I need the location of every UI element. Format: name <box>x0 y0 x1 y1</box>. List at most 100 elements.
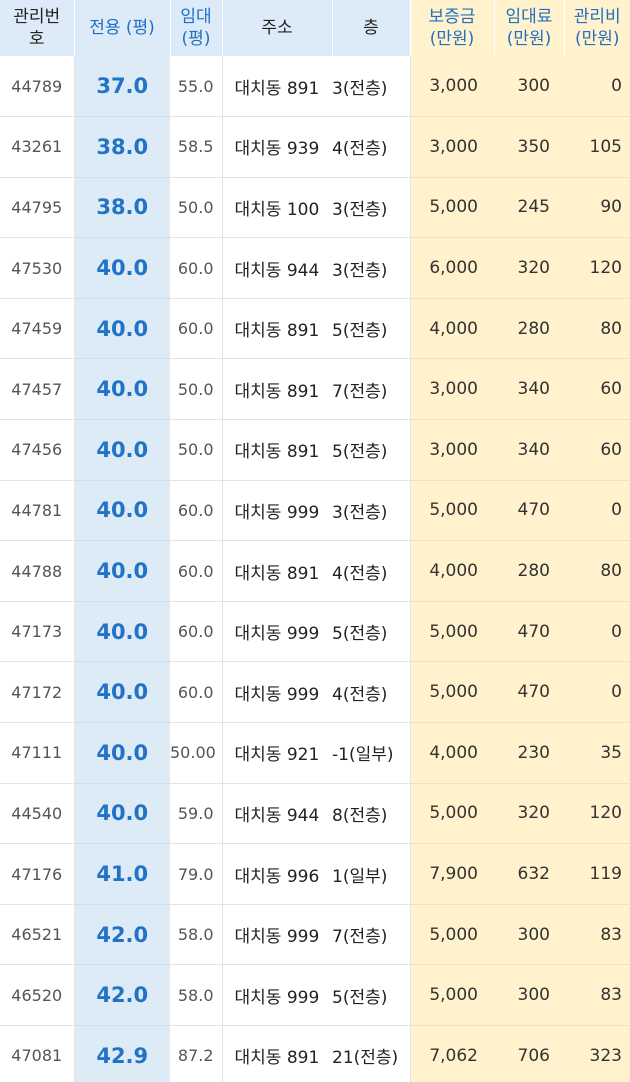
cell-monthly-rent[interactable]: 470 <box>494 601 564 663</box>
cell-area[interactable]: 38.0 <box>74 177 170 239</box>
cell-monthly-rent[interactable]: 706 <box>494 1025 564 1082</box>
cell-management-fee[interactable]: 0 <box>564 56 630 118</box>
cell-floor[interactable]: 3(전층) <box>332 480 411 542</box>
table-row[interactable]: 46520 42.0 58.0 대치동 999 5(전층) 5,000 300 83 <box>0 964 630 1026</box>
cell-area[interactable]: 38.0 <box>74 116 170 178</box>
cell-id[interactable]: 44795 <box>0 177 75 239</box>
cell-monthly-rent[interactable]: 320 <box>494 783 564 845</box>
cell-address[interactable]: 대치동 944 <box>221 783 332 845</box>
cell-rent-area[interactable]: 79.0 <box>170 843 222 905</box>
cell-monthly-rent[interactable]: 280 <box>494 298 564 360</box>
cell-id[interactable]: 47456 <box>0 419 75 481</box>
cell-id[interactable]: 47530 <box>0 237 75 299</box>
cell-floor[interactable]: 3(전층) <box>332 237 411 299</box>
cell-management-fee[interactable]: 60 <box>564 419 630 481</box>
column-header-floor[interactable]: 층 <box>332 0 411 56</box>
cell-deposit[interactable]: 3,000 <box>410 116 494 178</box>
cell-rent-area[interactable]: 58.5 <box>170 116 222 178</box>
cell-management-fee[interactable]: 120 <box>564 237 630 299</box>
cell-deposit[interactable]: 5,000 <box>410 904 494 966</box>
cell-floor[interactable]: 4(전층) <box>332 661 411 724</box>
cell-floor[interactable]: 5(전층) <box>332 964 411 1026</box>
cell-floor[interactable]: 5(전층) <box>332 601 411 663</box>
cell-monthly-rent[interactable]: 350 <box>494 116 564 178</box>
column-header-deposit[interactable]: 보증금 (만원) <box>410 0 495 56</box>
cell-management-fee[interactable]: 80 <box>564 540 630 602</box>
cell-area[interactable]: 40.0 <box>74 419 170 481</box>
cell-floor[interactable]: 3(전층) <box>332 56 411 118</box>
table-row[interactable]: 47459 40.0 60.0 대치동 891 5(전층) 4,000 280 80 <box>0 298 630 360</box>
table-row[interactable]: 43261 38.0 58.5 대치동 939 4(전층) 3,000 350 105 <box>0 116 630 178</box>
cell-monthly-rent[interactable]: 632 <box>494 843 564 905</box>
cell-rent-area[interactable]: 60.0 <box>170 237 222 299</box>
cell-floor[interactable]: 3(전층) <box>332 177 411 239</box>
cell-monthly-rent[interactable]: 300 <box>494 56 564 118</box>
cell-id[interactable]: 47457 <box>0 358 75 421</box>
cell-floor[interactable]: 8(전층) <box>332 783 411 845</box>
table-row[interactable]: 44540 40.0 59.0 대치동 944 8(전층) 5,000 320 120 <box>0 783 630 845</box>
cell-area[interactable]: 37.0 <box>74 56 170 118</box>
cell-area[interactable]: 40.0 <box>74 783 170 845</box>
cell-deposit[interactable]: 6,000 <box>410 237 494 299</box>
cell-id[interactable]: 47176 <box>0 843 75 905</box>
cell-address[interactable]: 대치동 999 <box>221 661 332 724</box>
cell-id[interactable]: 44789 <box>0 56 75 118</box>
cell-address[interactable]: 대치동 999 <box>221 601 332 663</box>
cell-area[interactable]: 42.9 <box>74 1025 170 1082</box>
cell-address[interactable]: 대치동 999 <box>221 904 332 966</box>
cell-monthly-rent[interactable]: 320 <box>494 237 564 299</box>
cell-management-fee[interactable]: 119 <box>564 843 630 905</box>
cell-management-fee[interactable]: 83 <box>564 904 630 966</box>
cell-area[interactable]: 40.0 <box>74 237 170 299</box>
cell-address[interactable]: 대치동 891 <box>221 298 332 360</box>
cell-rent-area[interactable]: 50.00 <box>170 722 222 784</box>
cell-rent-area[interactable]: 50.0 <box>170 177 222 239</box>
cell-rent-area[interactable]: 58.0 <box>170 904 222 966</box>
cell-monthly-rent[interactable]: 470 <box>494 480 564 542</box>
column-header-monthly-rent[interactable]: 임대료 (만원) <box>494 0 565 56</box>
table-row[interactable]: 44781 40.0 60.0 대치동 999 3(전층) 5,000 470 0 <box>0 480 630 542</box>
cell-id[interactable]: 44781 <box>0 480 75 542</box>
cell-monthly-rent[interactable]: 245 <box>494 177 564 239</box>
cell-id[interactable]: 47459 <box>0 298 75 360</box>
table-row[interactable]: 44789 37.0 55.0 대치동 891 3(전층) 3,000 300 0 <box>0 56 630 118</box>
cell-deposit[interactable]: 5,000 <box>410 661 494 724</box>
cell-area[interactable]: 40.0 <box>74 480 170 542</box>
cell-rent-area[interactable]: 59.0 <box>170 783 222 845</box>
table-row[interactable]: 46521 42.0 58.0 대치동 999 7(전층) 5,000 300 83 <box>0 904 630 966</box>
column-header-id[interactable]: 관리번 호 <box>0 0 75 56</box>
cell-floor[interactable]: -1(일부) <box>332 722 411 784</box>
cell-address[interactable]: 대치동 996 <box>221 843 332 905</box>
cell-address[interactable]: 대치동 891 <box>221 419 332 481</box>
cell-area[interactable]: 42.0 <box>74 904 170 966</box>
cell-floor[interactable]: 5(전층) <box>332 419 411 481</box>
cell-rent-area[interactable]: 50.0 <box>170 358 222 421</box>
cell-id[interactable]: 46521 <box>0 904 75 966</box>
cell-address[interactable]: 대치동 891 <box>221 358 332 421</box>
cell-area[interactable]: 41.0 <box>74 843 170 905</box>
cell-floor[interactable]: 7(전층) <box>332 358 411 421</box>
cell-deposit[interactable]: 4,000 <box>410 722 494 784</box>
cell-management-fee[interactable]: 105 <box>564 116 630 178</box>
table-row[interactable]: 47172 40.0 60.0 대치동 999 4(전층) 5,000 470 0 <box>0 661 630 724</box>
cell-floor[interactable]: 7(전층) <box>332 904 411 966</box>
column-header-rent-area[interactable]: 임대 (평) <box>170 0 223 56</box>
cell-monthly-rent[interactable]: 470 <box>494 661 564 724</box>
cell-deposit[interactable]: 5,000 <box>410 601 494 663</box>
cell-management-fee[interactable]: 323 <box>564 1025 630 1082</box>
table-row[interactable]: 44788 40.0 60.0 대치동 891 4(전층) 4,000 280 80 <box>0 540 630 602</box>
cell-rent-area[interactable]: 60.0 <box>170 298 222 360</box>
cell-id[interactable]: 47173 <box>0 601 75 663</box>
cell-address[interactable]: 대치동 891 <box>221 540 332 602</box>
cell-id[interactable]: 43261 <box>0 116 75 178</box>
cell-area[interactable]: 40.0 <box>74 298 170 360</box>
column-header-management-fee[interactable]: 관리비 (만원) <box>564 0 630 56</box>
cell-management-fee[interactable]: 80 <box>564 298 630 360</box>
cell-area[interactable]: 40.0 <box>74 601 170 663</box>
cell-deposit[interactable]: 3,000 <box>410 419 494 481</box>
cell-deposit[interactable]: 5,000 <box>410 964 494 1026</box>
cell-id[interactable]: 44788 <box>0 540 75 602</box>
column-header-address[interactable]: 주소 <box>222 0 333 56</box>
cell-rent-area[interactable]: 55.0 <box>170 56 222 118</box>
cell-deposit[interactable]: 5,000 <box>410 177 494 239</box>
